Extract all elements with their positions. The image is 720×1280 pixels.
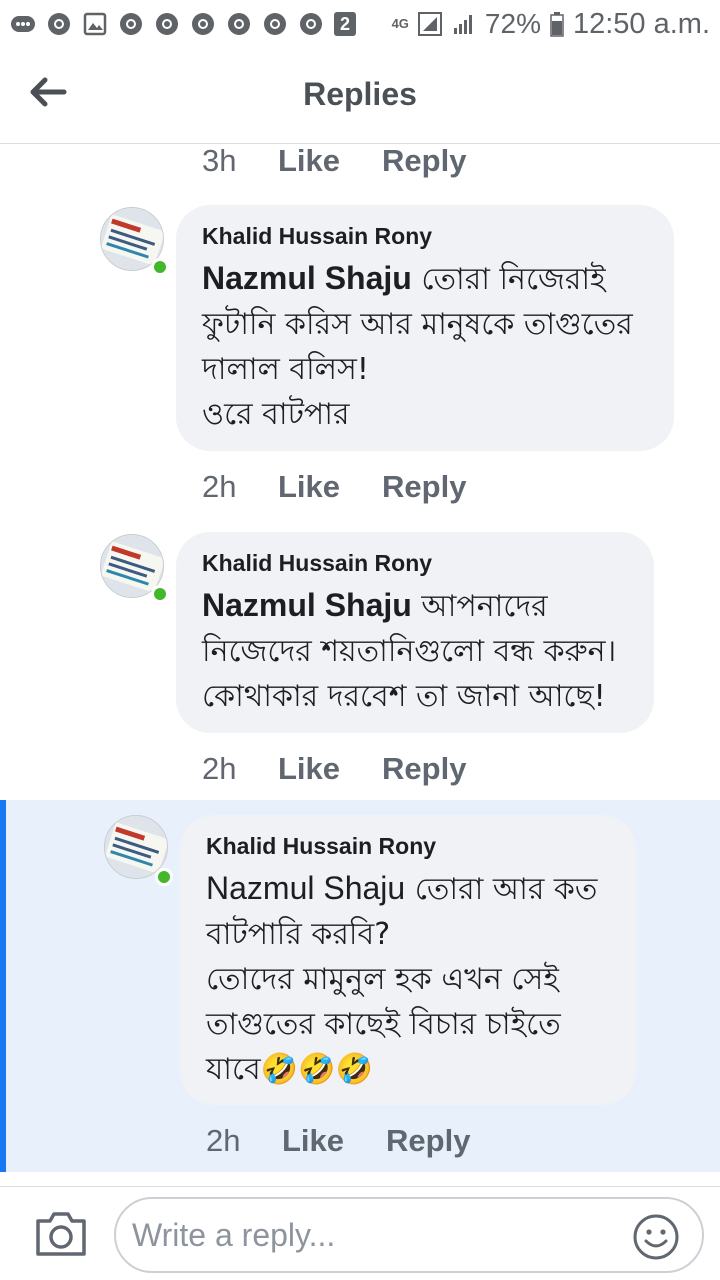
page-title: Replies [303, 76, 417, 112]
mention-link[interactable]: Nazmul Shaju [206, 870, 405, 906]
comment-actions: 2h Like Reply [206, 1121, 512, 1161]
sim-badge: 2 [334, 12, 356, 36]
comment-actions: 3h Like Reply [202, 145, 508, 181]
comment-actions: 2h Like Reply [202, 467, 508, 507]
gallery-icon [82, 11, 108, 37]
mention-link[interactable]: Nazmul Shaju [202, 260, 412, 296]
network-type: 4G [391, 16, 409, 31]
chrome-icon [154, 11, 180, 37]
app-header: Replies [0, 48, 720, 144]
chrome-icon [118, 11, 144, 37]
comment-text: Nazmul Shaju আপনাদের নিজেদের শয়তানিগুলো… [202, 583, 628, 719]
mention-link[interactable]: Nazmul Shaju [202, 587, 412, 623]
comment-bubble[interactable]: Khalid Hussain Rony Nazmul Shaju তোরা নি… [176, 205, 674, 451]
comment-author[interactable]: Khalid Hussain Rony [202, 550, 628, 577]
camera-button[interactable] [34, 1209, 88, 1259]
signal-icon [417, 11, 443, 37]
reply-button[interactable]: Reply [382, 751, 466, 787]
comment-text: Nazmul Shaju তোরা আর কত বাটপারি করবি? তো… [206, 866, 610, 1092]
chrome-icon [226, 11, 252, 37]
replies-thread: 3h Like Reply Khalid Hussain Rony Nazmul… [0, 145, 720, 1185]
reply-button[interactable]: Reply [382, 469, 466, 505]
camera-icon [36, 1212, 86, 1256]
comment-time: 3h [202, 145, 237, 178]
comment-bubble[interactable]: Khalid Hussain Rony Nazmul Shaju তোরা আর… [180, 815, 636, 1105]
comment-author[interactable]: Khalid Hussain Rony [202, 223, 648, 250]
battery-percent: 72% [484, 8, 541, 39]
comment-time: 2h [206, 1123, 241, 1158]
clock: 12:50 a.m. [572, 7, 710, 40]
signal-icon [451, 11, 477, 37]
chrome-icon [262, 11, 288, 37]
like-button[interactable]: Like [278, 751, 340, 787]
reply-composer [0, 1186, 720, 1280]
comment-author[interactable]: Khalid Hussain Rony [206, 833, 610, 860]
smiley-icon[interactable] [632, 1213, 680, 1261]
reply-button[interactable]: Reply [382, 145, 466, 179]
comment-time: 2h [202, 751, 237, 786]
like-button[interactable]: Like [278, 469, 340, 505]
status-bar: 2 4G 72% 12:50 a.m. [0, 0, 720, 48]
chrome-icon [298, 11, 324, 37]
comment-text: Nazmul Shaju তোরা নিজেরাই ফুটানি করিস আর… [202, 256, 648, 437]
battery-icon [549, 11, 565, 37]
like-button[interactable]: Like [278, 145, 340, 179]
like-button[interactable]: Like [282, 1123, 344, 1159]
online-indicator [151, 585, 169, 603]
comment-bubble[interactable]: Khalid Hussain Rony Nazmul Shaju আপনাদের… [176, 532, 654, 733]
comment-actions: 2h Like Reply [202, 749, 508, 789]
reply-input-box[interactable] [114, 1197, 704, 1273]
chrome-icon [46, 11, 72, 37]
online-indicator [151, 258, 169, 276]
reply-input[interactable] [132, 1216, 612, 1254]
status-right: 4G 72% 12:50 a.m. [392, 8, 710, 41]
online-indicator [155, 868, 173, 886]
messages-icon [10, 11, 36, 37]
comment-time: 2h [202, 469, 237, 504]
chrome-icon [190, 11, 216, 37]
reply-button[interactable]: Reply [386, 1123, 470, 1159]
notification-icons: 2 [10, 11, 356, 37]
